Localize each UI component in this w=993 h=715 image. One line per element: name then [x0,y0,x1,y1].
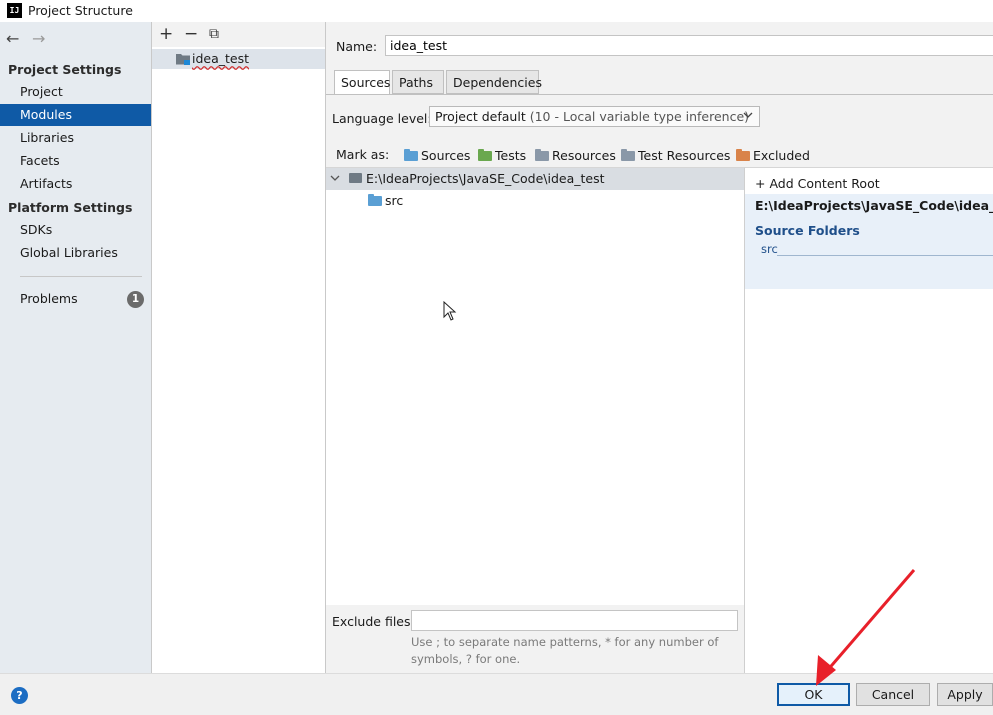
tab-sources[interactable]: Sources [334,70,390,95]
mark-test-resources-button[interactable]: Test Resources [621,148,730,163]
source-folders-heading: Source Folders [755,223,860,238]
content-root-entry: E:\IdeaProjects\JavaSE_Code\idea_test So… [745,194,993,289]
sidebar-item-project[interactable]: Project [0,81,151,103]
mark-resources-button[interactable]: Resources [535,148,616,163]
tab-dependencies[interactable]: Dependencies [446,70,542,94]
module-folder-icon [176,54,190,65]
sidebar-item-sdks[interactable]: SDKs [0,219,151,241]
module-list-panel: + − ⧉ idea_test [152,22,326,673]
content-tree: E:\IdeaProjects\JavaSE_Code\idea_test sr… [326,167,744,605]
language-level-detail: (10 - Local variable type inference) [529,109,750,124]
tab-paths[interactable]: Paths [392,70,444,94]
mouse-cursor-icon [443,301,457,321]
tree-root-path: E:\IdeaProjects\JavaSE_Code\idea_test [366,171,605,186]
tree-item-src[interactable]: src [368,193,403,208]
platform-settings-heading: Platform Settings [8,200,133,215]
title-bar: IJ Project Structure [0,0,993,22]
ok-button[interactable]: OK [777,683,850,706]
dialog-footer: ? OK Cancel Apply [0,673,993,715]
folder-icon [349,173,362,183]
remove-icon[interactable]: − [184,24,198,44]
mark-sources-button[interactable]: Sources [404,148,470,163]
module-name: idea_test [192,51,250,66]
mark-tests-button[interactable]: Tests [478,148,526,163]
exclude-files-hint: Use ; to separate name patterns, * for a… [411,635,719,666]
sources-folder-icon [404,149,418,161]
source-folder-underline [777,255,993,256]
tree-root-row[interactable]: E:\IdeaProjects\JavaSE_Code\idea_test [326,168,744,190]
help-icon[interactable]: ? [11,687,28,704]
mark-as-label: Mark as: [336,147,390,162]
tests-folder-icon [478,149,492,161]
excluded-folder-icon [736,149,750,161]
intellij-app-icon: IJ [7,3,22,18]
exclude-files-input[interactable] [411,610,738,631]
add-content-root-button[interactable]: + Add Content Root [755,176,880,191]
test-resources-folder-icon [621,149,635,161]
window-title: Project Structure [28,3,133,18]
language-level-label: Language level: [332,111,432,126]
source-folder-entry[interactable]: src [761,242,778,256]
expand-chevron-icon[interactable] [329,171,341,185]
tree-item-label: src [385,193,404,208]
copy-icon[interactable]: ⧉ [209,24,219,44]
cancel-button[interactable]: Cancel [856,683,930,706]
content-root-path: E:\IdeaProjects\JavaSE_Code\idea_test [755,198,993,213]
sidebar-item-global-libraries[interactable]: Global Libraries [0,242,151,264]
back-arrow-icon[interactable]: ← [6,29,19,48]
module-name-input[interactable] [385,35,993,56]
mark-excluded-button[interactable]: Excluded [736,148,810,163]
sidebar-item-modules[interactable]: Modules [0,104,151,126]
project-settings-heading: Project Settings [8,62,122,77]
list-item[interactable]: idea_test [152,49,325,69]
sidebar-item-libraries[interactable]: Libraries [0,127,151,149]
language-level-value: Project default [435,109,526,124]
resources-folder-icon [535,149,549,161]
sidebar-item-facets[interactable]: Facets [0,150,151,172]
sidebar-item-artifacts[interactable]: Artifacts [0,173,151,195]
module-list-toolbar: + − ⧉ [152,22,325,47]
tab-underline [326,94,993,95]
exclude-files-label: Exclude files: [332,614,415,629]
name-label: Name: [336,39,378,54]
content-root-panel: + Add Content Root E:\IdeaProjects\JavaS… [744,167,993,674]
forward-arrow-icon[interactable]: → [32,29,45,48]
chevron-down-icon[interactable] [742,108,754,122]
module-settings-panel: Name: Sources Paths Dependencies Languag… [326,22,993,674]
apply-button[interactable]: Apply [937,683,993,706]
problems-count-badge: 1 [127,291,144,308]
sidebar-divider [20,276,142,277]
language-level-select[interactable]: Project default (10 - Local variable typ… [429,106,760,127]
source-folder-icon [368,194,382,206]
settings-sidebar: ← → Project Settings Project Modules Lib… [0,22,152,673]
add-icon[interactable]: + [159,24,173,44]
